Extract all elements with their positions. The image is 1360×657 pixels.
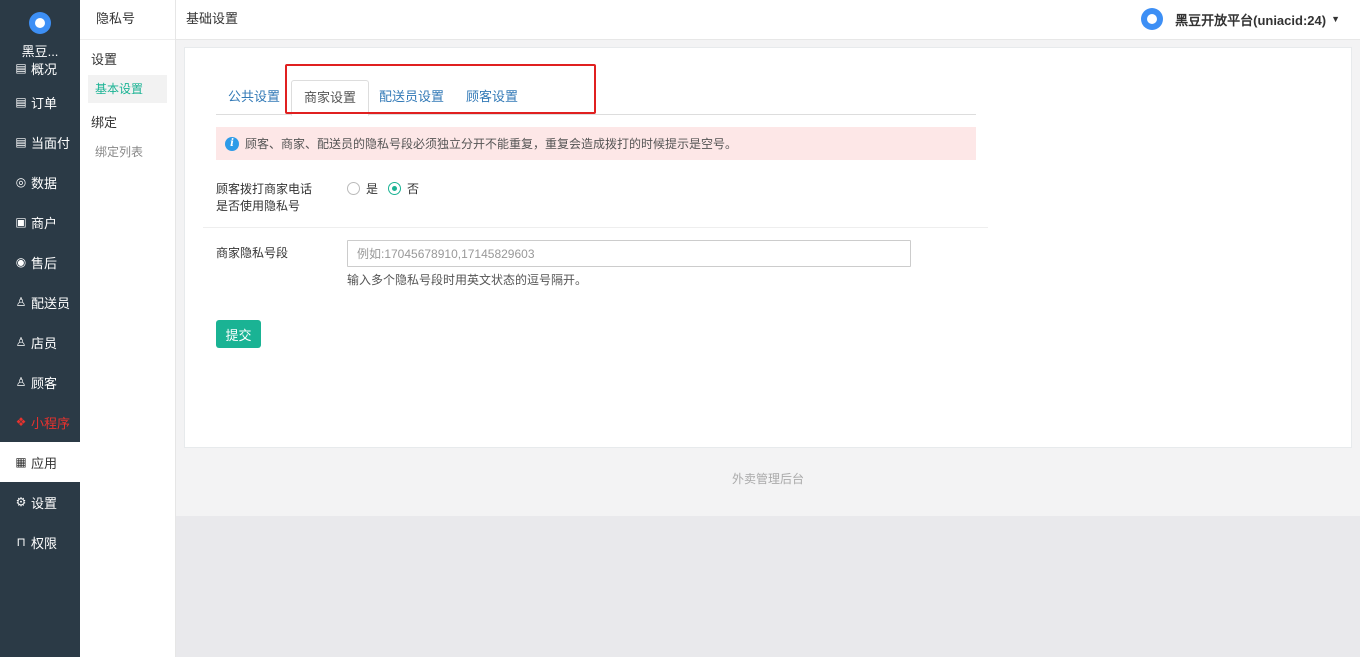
info-icon: i <box>225 136 239 151</box>
brand-logo-icon <box>29 12 51 34</box>
nav-label: 顾客 <box>31 375 58 391</box>
courier-icon: ♙ <box>15 295 27 309</box>
nav-item-data[interactable]: ◎ 数据 <box>0 162 80 202</box>
nav-item-overview[interactable]: ▤ 概况 <box>0 54 80 82</box>
data-icon: ◎ <box>15 175 27 189</box>
radio-yes-label[interactable]: 是 <box>366 180 378 197</box>
aftersale-icon: ◉ <box>15 255 27 269</box>
avatar <box>1141 8 1164 30</box>
merchant-numbers-input[interactable] <box>347 240 911 267</box>
nav-item-face-pay[interactable]: ▤ 当面付 <box>0 122 80 162</box>
subnav-item-binding-list[interactable]: 绑定列表 <box>88 138 167 166</box>
subnav-group-settings: 设置 <box>91 52 118 67</box>
caret-down-icon: ▼ <box>1331 14 1340 24</box>
subnav-group-binding: 绑定 <box>91 115 118 130</box>
lock-icon: ⊓ <box>16 535 26 549</box>
nav-item-miniapp[interactable]: ❖ 小程序 <box>0 402 80 442</box>
nav-label: 小程序 <box>31 415 71 431</box>
face-pay-icon: ▤ <box>15 135 27 149</box>
main-sidebar: 黑豆... ▤ 概况 ▤ 订单 ▤ 当面付 ◎ 数据 ▣ 商户 ◉ 售后 ♙ 配送员 ♙ 店员 … <box>0 0 80 657</box>
nav-label: 数据 <box>31 175 58 191</box>
nav-item-aftersale[interactable]: ◉ 售后 <box>0 242 80 282</box>
nav-item-customer[interactable]: ♙ 顾客 <box>0 362 80 402</box>
submit-button[interactable]: 提交 <box>216 320 261 348</box>
nav-label: 售后 <box>31 255 58 271</box>
tab-public-settings[interactable]: 公共设置 <box>216 80 292 115</box>
sub-sidebar: 隐私号 设置 基本设置 绑定 绑定列表 <box>80 0 176 657</box>
user-menu[interactable]: 黑豆开放平台(uniacid:24) ▼ <box>1141 0 1340 38</box>
nav-label: 权限 <box>31 535 58 551</box>
use-privacy-label: 顾客拨打商家电话 是否使用隐私号 <box>216 181 312 215</box>
brand-name: 黑豆... <box>21 44 59 59</box>
radio-no-label[interactable]: 否 <box>407 180 419 197</box>
nav-label: 订单 <box>31 95 58 111</box>
nav-label: 商户 <box>31 215 58 231</box>
page-title: 基础设置 <box>186 11 239 26</box>
top-header: 基础设置 黑豆开放平台(uniacid:24) ▼ <box>176 0 1360 40</box>
tab-merchant-settings[interactable]: 商家设置 <box>291 80 370 116</box>
overview-icon: ▤ <box>15 61 27 75</box>
nav-label: 设置 <box>31 495 58 511</box>
radio-no[interactable] <box>388 182 402 195</box>
tab-courier-settings[interactable]: 配送员设置 <box>367 80 456 115</box>
nav-item-apps[interactable]: ▦ 应用 <box>0 442 80 482</box>
label-line: 是否使用隐私号 <box>216 199 301 213</box>
merchant-numbers-label: 商家隐私号段 <box>216 246 289 260</box>
nav-item-orders[interactable]: ▤ 订单 <box>0 82 80 122</box>
nav-label: 当面付 <box>31 135 71 151</box>
subnav-title: 隐私号 <box>80 0 175 40</box>
label-line: 顾客拨打商家电话 <box>216 182 313 196</box>
merchant-numbers-help: 输入多个隐私号段时用英文状态的逗号隔开。 <box>347 273 588 287</box>
staff-icon: ♙ <box>15 335 27 349</box>
orders-icon: ▤ <box>15 95 27 109</box>
merchant-icon: ▣ <box>15 215 27 229</box>
form-divider <box>203 227 988 228</box>
miniapp-icon: ❖ <box>15 415 27 429</box>
alert-text: 顾客、商家、配送员的隐私号段必须独立分开不能重复，重复会造成拨打的时候提示是空号… <box>245 137 738 151</box>
nav-item-staff[interactable]: ♙ 店员 <box>0 322 80 362</box>
customer-icon: ♙ <box>15 375 27 389</box>
subnav-item-basic-settings[interactable]: 基本设置 <box>88 75 167 103</box>
nav-label: 应用 <box>31 455 58 471</box>
nav-label: 店员 <box>31 335 58 351</box>
nav-item-courier[interactable]: ♙ 配送员 <box>0 282 80 322</box>
gear-icon: ⚙ <box>15 495 27 509</box>
apps-icon: ▦ <box>15 455 27 469</box>
tab-customer-settings[interactable]: 顾客设置 <box>454 80 530 115</box>
use-privacy-radio-group: 是 否 <box>347 180 429 197</box>
nav-item-permissions[interactable]: ⊓ 权限 <box>0 522 80 562</box>
user-name: 黑豆开放平台(uniacid:24) <box>1175 12 1327 28</box>
footer-text: 外卖管理后台 <box>731 472 804 486</box>
nav-item-merchant[interactable]: ▣ 商户 <box>0 202 80 242</box>
nav-label: 概况 <box>31 61 58 77</box>
warning-alert: i 顾客、商家、配送员的隐私号段必须独立分开不能重复，重复会造成拨打的时候提示是… <box>216 127 976 160</box>
nav-item-settings[interactable]: ⚙ 设置 <box>0 482 80 522</box>
nav-label: 配送员 <box>31 295 71 311</box>
settings-tabs: 公共设置 商家设置 配送员设置 顾客设置 <box>216 80 976 116</box>
radio-yes[interactable] <box>347 182 360 195</box>
